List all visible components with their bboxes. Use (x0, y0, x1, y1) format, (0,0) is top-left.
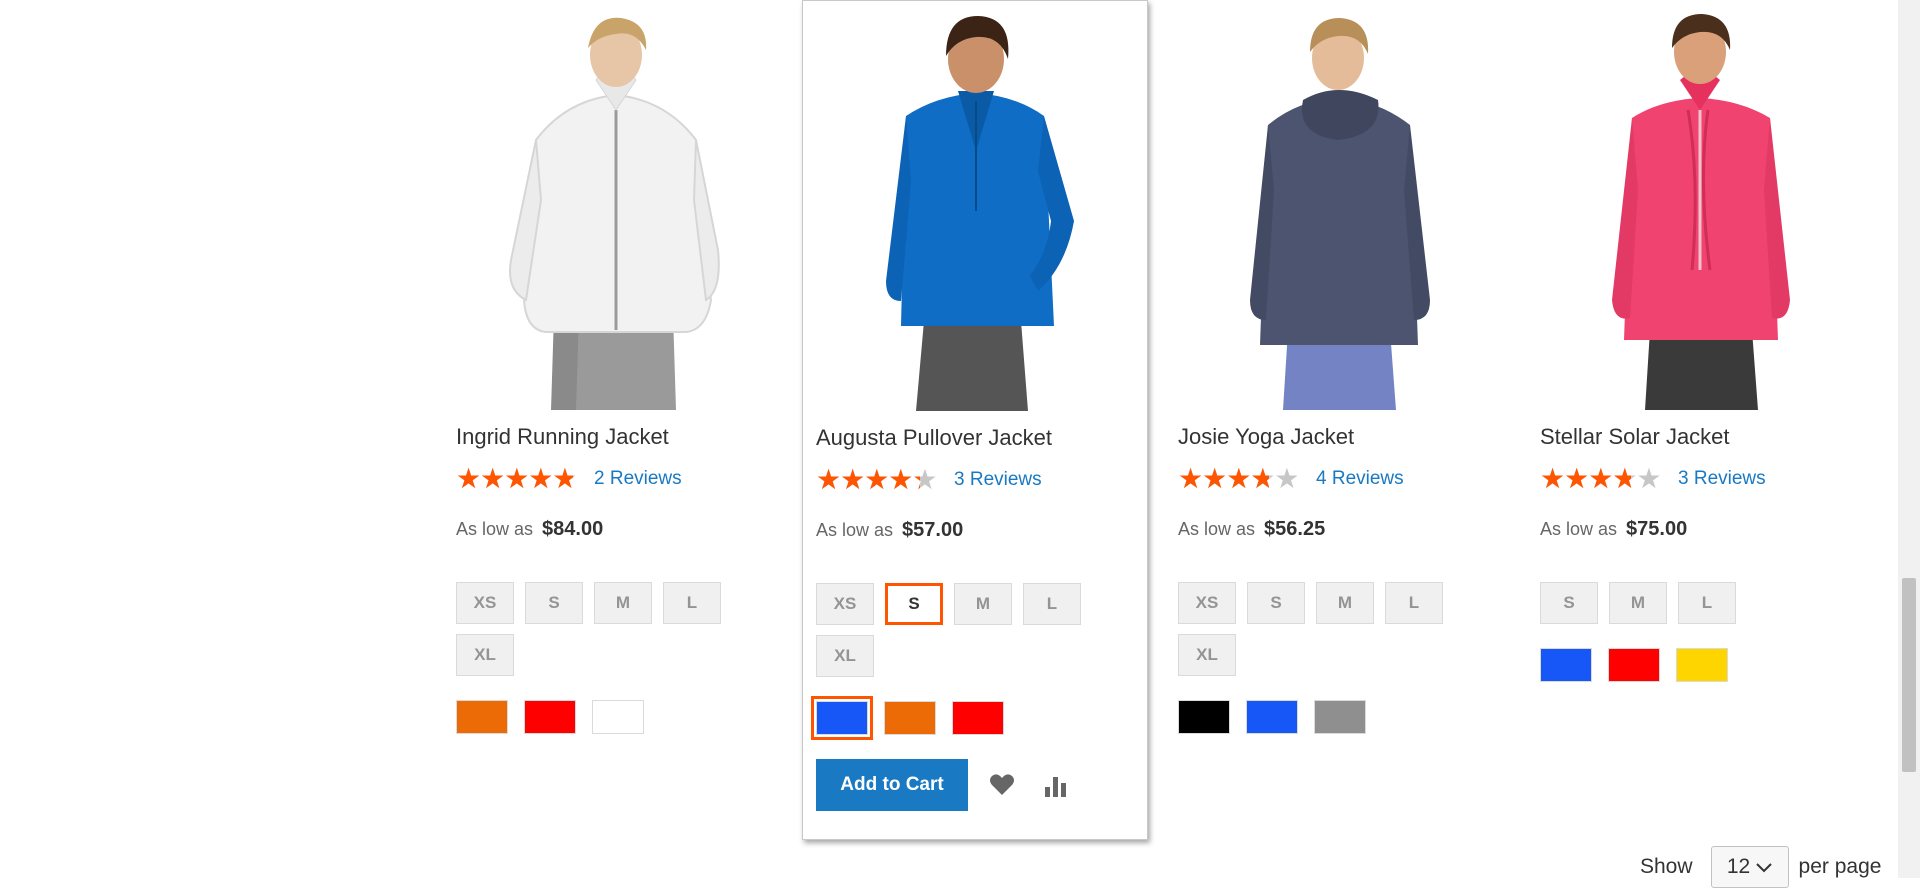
color-option[interactable] (1608, 648, 1660, 682)
product-price: As low as $75.00 (1540, 518, 1687, 541)
price-label: As low as (456, 519, 534, 539)
size-option[interactable]: M (1316, 582, 1374, 624)
reviews-link[interactable]: 3 Reviews (1678, 468, 1766, 490)
product-rating: ★★★★★★★★★★ 3 Reviews (1540, 464, 1766, 494)
price-label: As low as (816, 520, 894, 540)
size-swatches: SML (1540, 582, 1850, 624)
size-option[interactable]: S (1247, 582, 1305, 624)
product-name[interactable]: Josie Yoga Jacket (1178, 424, 1354, 450)
product-name[interactable]: Stellar Solar Jacket (1540, 424, 1730, 450)
product-name[interactable]: Augusta Pullover Jacket (816, 425, 1052, 451)
color-option[interactable] (524, 700, 576, 734)
size-option[interactable]: M (594, 582, 652, 624)
add-to-cart-button[interactable]: Add to Cart (816, 759, 968, 811)
size-option[interactable]: M (1609, 582, 1667, 624)
color-option[interactable] (1246, 700, 1298, 734)
color-option[interactable] (456, 700, 508, 734)
show-label: Show (1640, 855, 1693, 878)
product-name[interactable]: Ingrid Running Jacket (456, 424, 669, 450)
color-option[interactable] (811, 696, 873, 740)
size-option[interactable]: S (1540, 582, 1598, 624)
price-label: As low as (1540, 519, 1618, 539)
color-option[interactable] (884, 701, 936, 735)
size-option[interactable]: XL (1178, 634, 1236, 676)
color-option[interactable] (1540, 648, 1592, 682)
color-swatches (1540, 648, 1728, 682)
product-item: Josie Yoga Jacket ★★★★★★★★★★ 4 Reviews A… (1178, 0, 1508, 840)
price-value: $56.25 (1264, 518, 1326, 540)
rating-stars: ★★★★★★★★★★ (1178, 463, 1300, 494)
product-rating: ★★★★★★★★★★ 4 Reviews (1178, 464, 1404, 494)
color-option[interactable] (952, 701, 1004, 735)
size-option[interactable]: S (885, 583, 943, 625)
reviews-link[interactable]: 2 Reviews (594, 468, 682, 490)
product-price: As low as $57.00 (816, 519, 963, 542)
size-option[interactable]: XS (456, 582, 514, 624)
product-rating: ★★★★★ ★★★★★ 2 Reviews (456, 464, 682, 494)
size-option[interactable]: XL (816, 635, 874, 677)
size-swatches: XS S M L XL (816, 583, 1126, 677)
size-swatches: XS S M L XL (1178, 582, 1488, 676)
limiter-toolbar: Show 12 per page (1640, 846, 1881, 888)
product-item: Stellar Solar Jacket ★★★★★★★★★★ 3 Review… (1540, 0, 1870, 840)
price-value: $57.00 (902, 519, 964, 541)
product-grid: Ingrid Running Jacket ★★★★★ ★★★★★ 2 Revie… (0, 0, 1898, 888)
product-actions: Add to Cart (816, 759, 1076, 811)
chevron-down-icon (1756, 855, 1772, 879)
limiter-select[interactable]: 12 (1710, 846, 1789, 888)
product-item-hovered: Augusta Pullover Jacket ★★★★★★★★★★ 3 Rev… (802, 0, 1148, 840)
size-swatches: XS S M L XL (456, 582, 766, 676)
bar-chart-icon[interactable] (1036, 765, 1076, 805)
color-option[interactable] (1314, 700, 1366, 734)
size-option[interactable]: S (525, 582, 583, 624)
color-option[interactable] (592, 700, 644, 734)
color-swatches (1178, 700, 1366, 734)
color-option[interactable] (1676, 648, 1728, 682)
size-option[interactable]: XS (816, 583, 874, 625)
rating-stars: ★★★★★★★★★★ (1540, 463, 1662, 494)
size-option[interactable]: XL (456, 634, 514, 676)
product-image[interactable] (816, 1, 1146, 411)
price-value: $84.00 (542, 518, 604, 540)
product-price: As low as $84.00 (456, 518, 603, 541)
product-price: As low as $56.25 (1178, 518, 1325, 541)
heart-icon[interactable] (982, 765, 1022, 805)
product-image[interactable] (1540, 0, 1870, 410)
price-label: As low as (1178, 519, 1256, 539)
color-swatches (811, 696, 1004, 740)
color-swatches (456, 700, 644, 734)
price-value: $75.00 (1626, 518, 1688, 540)
color-option[interactable] (1178, 700, 1230, 734)
per-page-label: per page (1798, 855, 1882, 878)
product-item: Ingrid Running Jacket ★★★★★ ★★★★★ 2 Revie… (456, 0, 786, 840)
limiter-value: 12 (1726, 855, 1751, 878)
rating-stars: ★★★★★★★★★★ (816, 464, 938, 495)
product-image[interactable] (456, 0, 786, 410)
reviews-link[interactable]: 4 Reviews (1316, 468, 1404, 490)
size-option[interactable]: M (954, 583, 1012, 625)
rating-stars: ★★★★★★★★★★ (456, 463, 578, 494)
product-image[interactable] (1178, 0, 1508, 410)
page-scrollbar[interactable] (1898, 0, 1920, 878)
reviews-link[interactable]: 3 Reviews (954, 469, 1042, 491)
size-option[interactable]: L (1385, 582, 1443, 624)
size-option[interactable]: XS (1178, 582, 1236, 624)
scrollbar-thumb[interactable] (1902, 578, 1916, 772)
size-option[interactable]: L (1678, 582, 1736, 624)
product-rating: ★★★★★★★★★★ 3 Reviews (816, 465, 1042, 495)
size-option[interactable]: L (1023, 583, 1081, 625)
size-option[interactable]: L (663, 582, 721, 624)
